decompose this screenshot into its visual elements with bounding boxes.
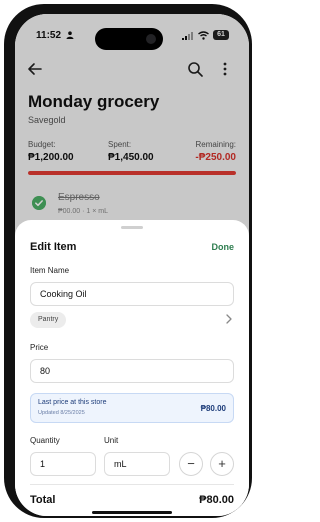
unit-label: Unit [104,436,119,445]
quantity-input[interactable]: 1 [30,452,96,476]
total-label: Total [30,494,56,506]
last-price-info: Last price at this store Updated 8/25/20… [30,393,234,423]
quantity-label: Quantity [30,436,60,445]
last-price-value: ₱80.00 [200,404,226,413]
chevron-right-icon[interactable] [225,314,233,324]
category-chip[interactable]: Pantry [30,312,67,328]
unit-select[interactable]: mL [104,452,170,476]
total-value: ₱80.00 [199,494,234,506]
last-price-date: Updated 8/25/2025 [38,410,85,416]
home-indicator [92,511,172,514]
item-name-input[interactable]: Cooking Oil [30,282,234,306]
edit-item-sheet: Edit Item Done Item Name Cooking Oil Pan… [15,220,249,516]
done-button[interactable]: Done [212,242,235,252]
last-price-title: Last price at this store [38,399,107,406]
sheet-grabber[interactable] [121,226,143,229]
price-label: Price [30,343,49,352]
screen: 11:52 61 Monday grocery Savegold Budget:… [15,14,249,516]
increment-button[interactable]: + [210,452,234,476]
sheet-title: Edit Item [30,241,77,253]
phone-frame: 11:52 61 Monday grocery Savegold Budget:… [4,4,252,518]
divider [30,484,234,485]
decrement-button[interactable]: − [179,452,203,476]
item-name-label: Item Name [30,266,70,275]
price-input[interactable]: 80 [30,359,234,383]
